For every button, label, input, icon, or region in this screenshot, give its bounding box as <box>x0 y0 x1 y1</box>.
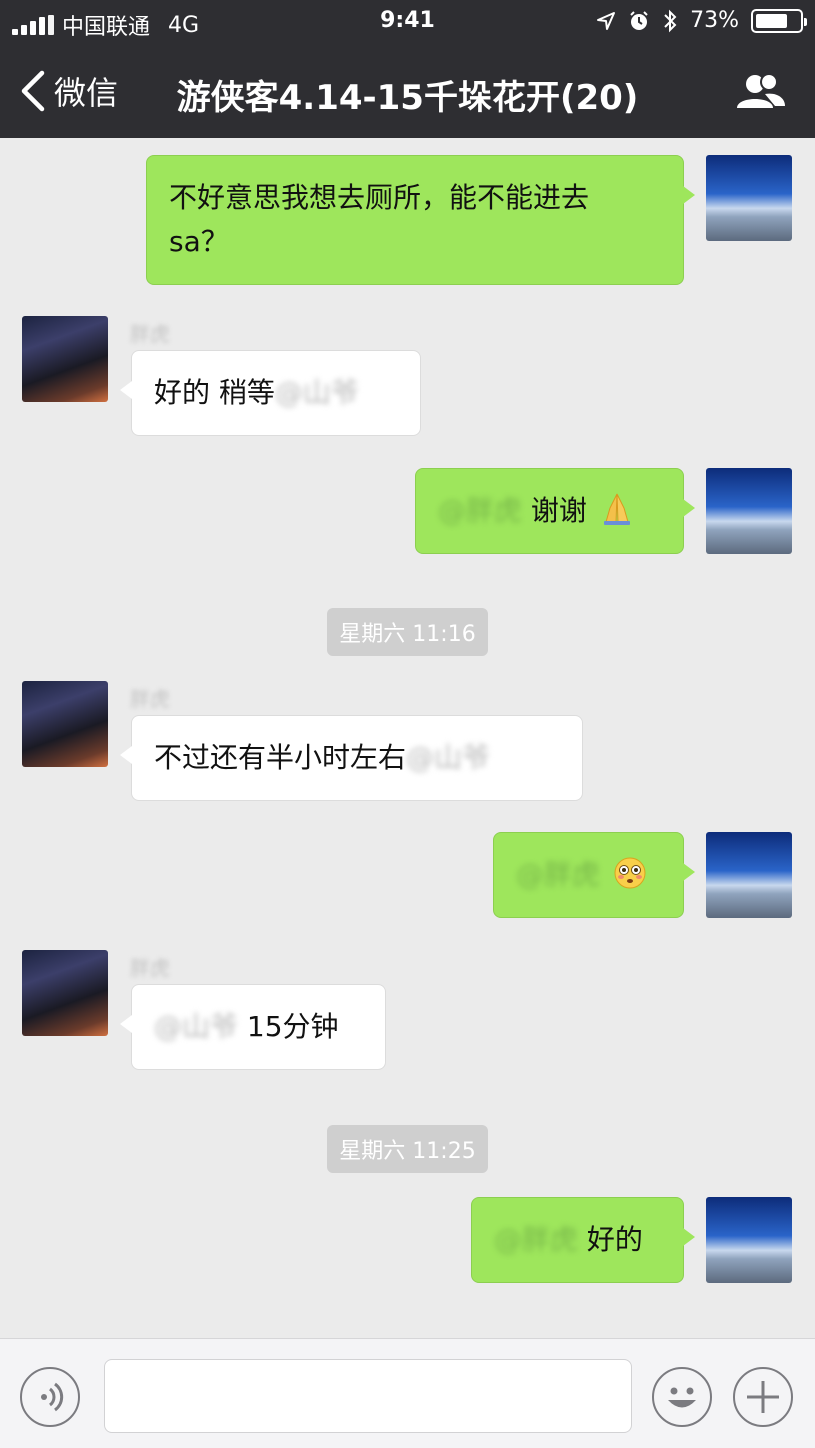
input-bar <box>0 1338 815 1448</box>
sender-avatar[interactable] <box>22 316 108 402</box>
voice-button[interactable] <box>20 1367 80 1427</box>
battery-fill <box>756 13 787 28</box>
voice-icon <box>41 1382 64 1412</box>
plus-icon <box>747 1381 779 1413</box>
emoji-icon <box>668 1387 696 1408</box>
mention[interactable]: @山爷 <box>275 376 359 409</box>
sender-name: 胖虎 <box>130 956 170 980</box>
message-bubble[interactable]: 不好意思我想去厕所，能不能进去 sa？ <box>146 155 695 285</box>
message-bubble[interactable]: @山爷 15分钟 <box>120 984 386 1070</box>
group-members-icon[interactable] <box>735 72 787 112</box>
message-text: 好的 <box>578 1223 643 1256</box>
message-text-line: sa？ <box>169 225 229 258</box>
back-label: 微信 <box>54 74 119 112</box>
emoji-button[interactable] <box>652 1367 712 1427</box>
my-avatar[interactable] <box>706 468 792 554</box>
timestamp: 星期六 11:25 <box>0 1125 815 1173</box>
timestamp-label: 星期六 11:16 <box>327 608 488 656</box>
message-bubble[interactable]: @胖虎 <box>493 832 695 918</box>
mention[interactable]: @山爷 <box>154 1010 238 1043</box>
battery-icon <box>751 8 807 33</box>
message-text: 15分钟 <box>238 1010 339 1043</box>
chevron-left-icon <box>21 70 45 112</box>
mention[interactable]: @胖虎 <box>494 1223 578 1256</box>
mention[interactable]: @山爷 <box>406 741 490 774</box>
sender-avatar[interactable] <box>22 950 108 1036</box>
message-bubble[interactable]: @胖虎 好的 <box>471 1197 695 1283</box>
sender-name: 胖虎 <box>130 322 170 346</box>
my-avatar[interactable] <box>706 1197 792 1283</box>
sender-name: 胖虎 <box>130 687 170 711</box>
status-bar: 中国联通 4G 9:41 73% <box>0 0 815 44</box>
chat-title: 游侠客4.14-15千垛花开(20) <box>176 78 639 118</box>
bluetooth-icon <box>664 9 677 32</box>
folded-hands-emoji-icon <box>603 493 630 525</box>
chat-messages[interactable]: 不好意思我想去厕所，能不能进去 sa？ 胖虎 好的 稍等@山爷 @胖虎 谢谢 星… <box>0 138 815 1338</box>
mention[interactable]: @胖虎 <box>438 494 522 527</box>
sender-avatar[interactable] <box>22 681 108 767</box>
more-button[interactable] <box>733 1367 793 1427</box>
location-arrow-icon <box>597 11 616 30</box>
message-text: 好的 稍等 <box>154 376 275 409</box>
message-text: 不过还有半小时左右 <box>154 741 407 774</box>
back-button[interactable]: 微信 <box>18 68 118 114</box>
timestamp: 星期六 11:16 <box>0 608 815 656</box>
message-text: 谢谢 <box>522 494 587 527</box>
message-bubble[interactable]: 好的 稍等@山爷 <box>120 350 421 436</box>
flushed-face-emoji-icon <box>614 857 646 889</box>
battery-percent: 73% <box>690 8 739 33</box>
message-bubble[interactable]: @胖虎 谢谢 <box>415 468 695 554</box>
message-bubble[interactable]: 不过还有半小时左右@山爷 <box>120 715 583 801</box>
alarm-clock-icon <box>630 10 648 30</box>
mention[interactable]: @胖虎 <box>516 858 600 891</box>
my-avatar[interactable] <box>706 155 792 241</box>
nav-bar: 微信 游侠客4.14-15千垛花开(20) <box>0 44 815 138</box>
message-text-line: 不好意思我想去厕所，能不能进去 <box>169 181 590 214</box>
my-avatar[interactable] <box>706 832 792 918</box>
message-input[interactable] <box>104 1359 632 1433</box>
status-right: 73% <box>596 8 807 33</box>
timestamp-label: 星期六 11:25 <box>327 1125 488 1173</box>
